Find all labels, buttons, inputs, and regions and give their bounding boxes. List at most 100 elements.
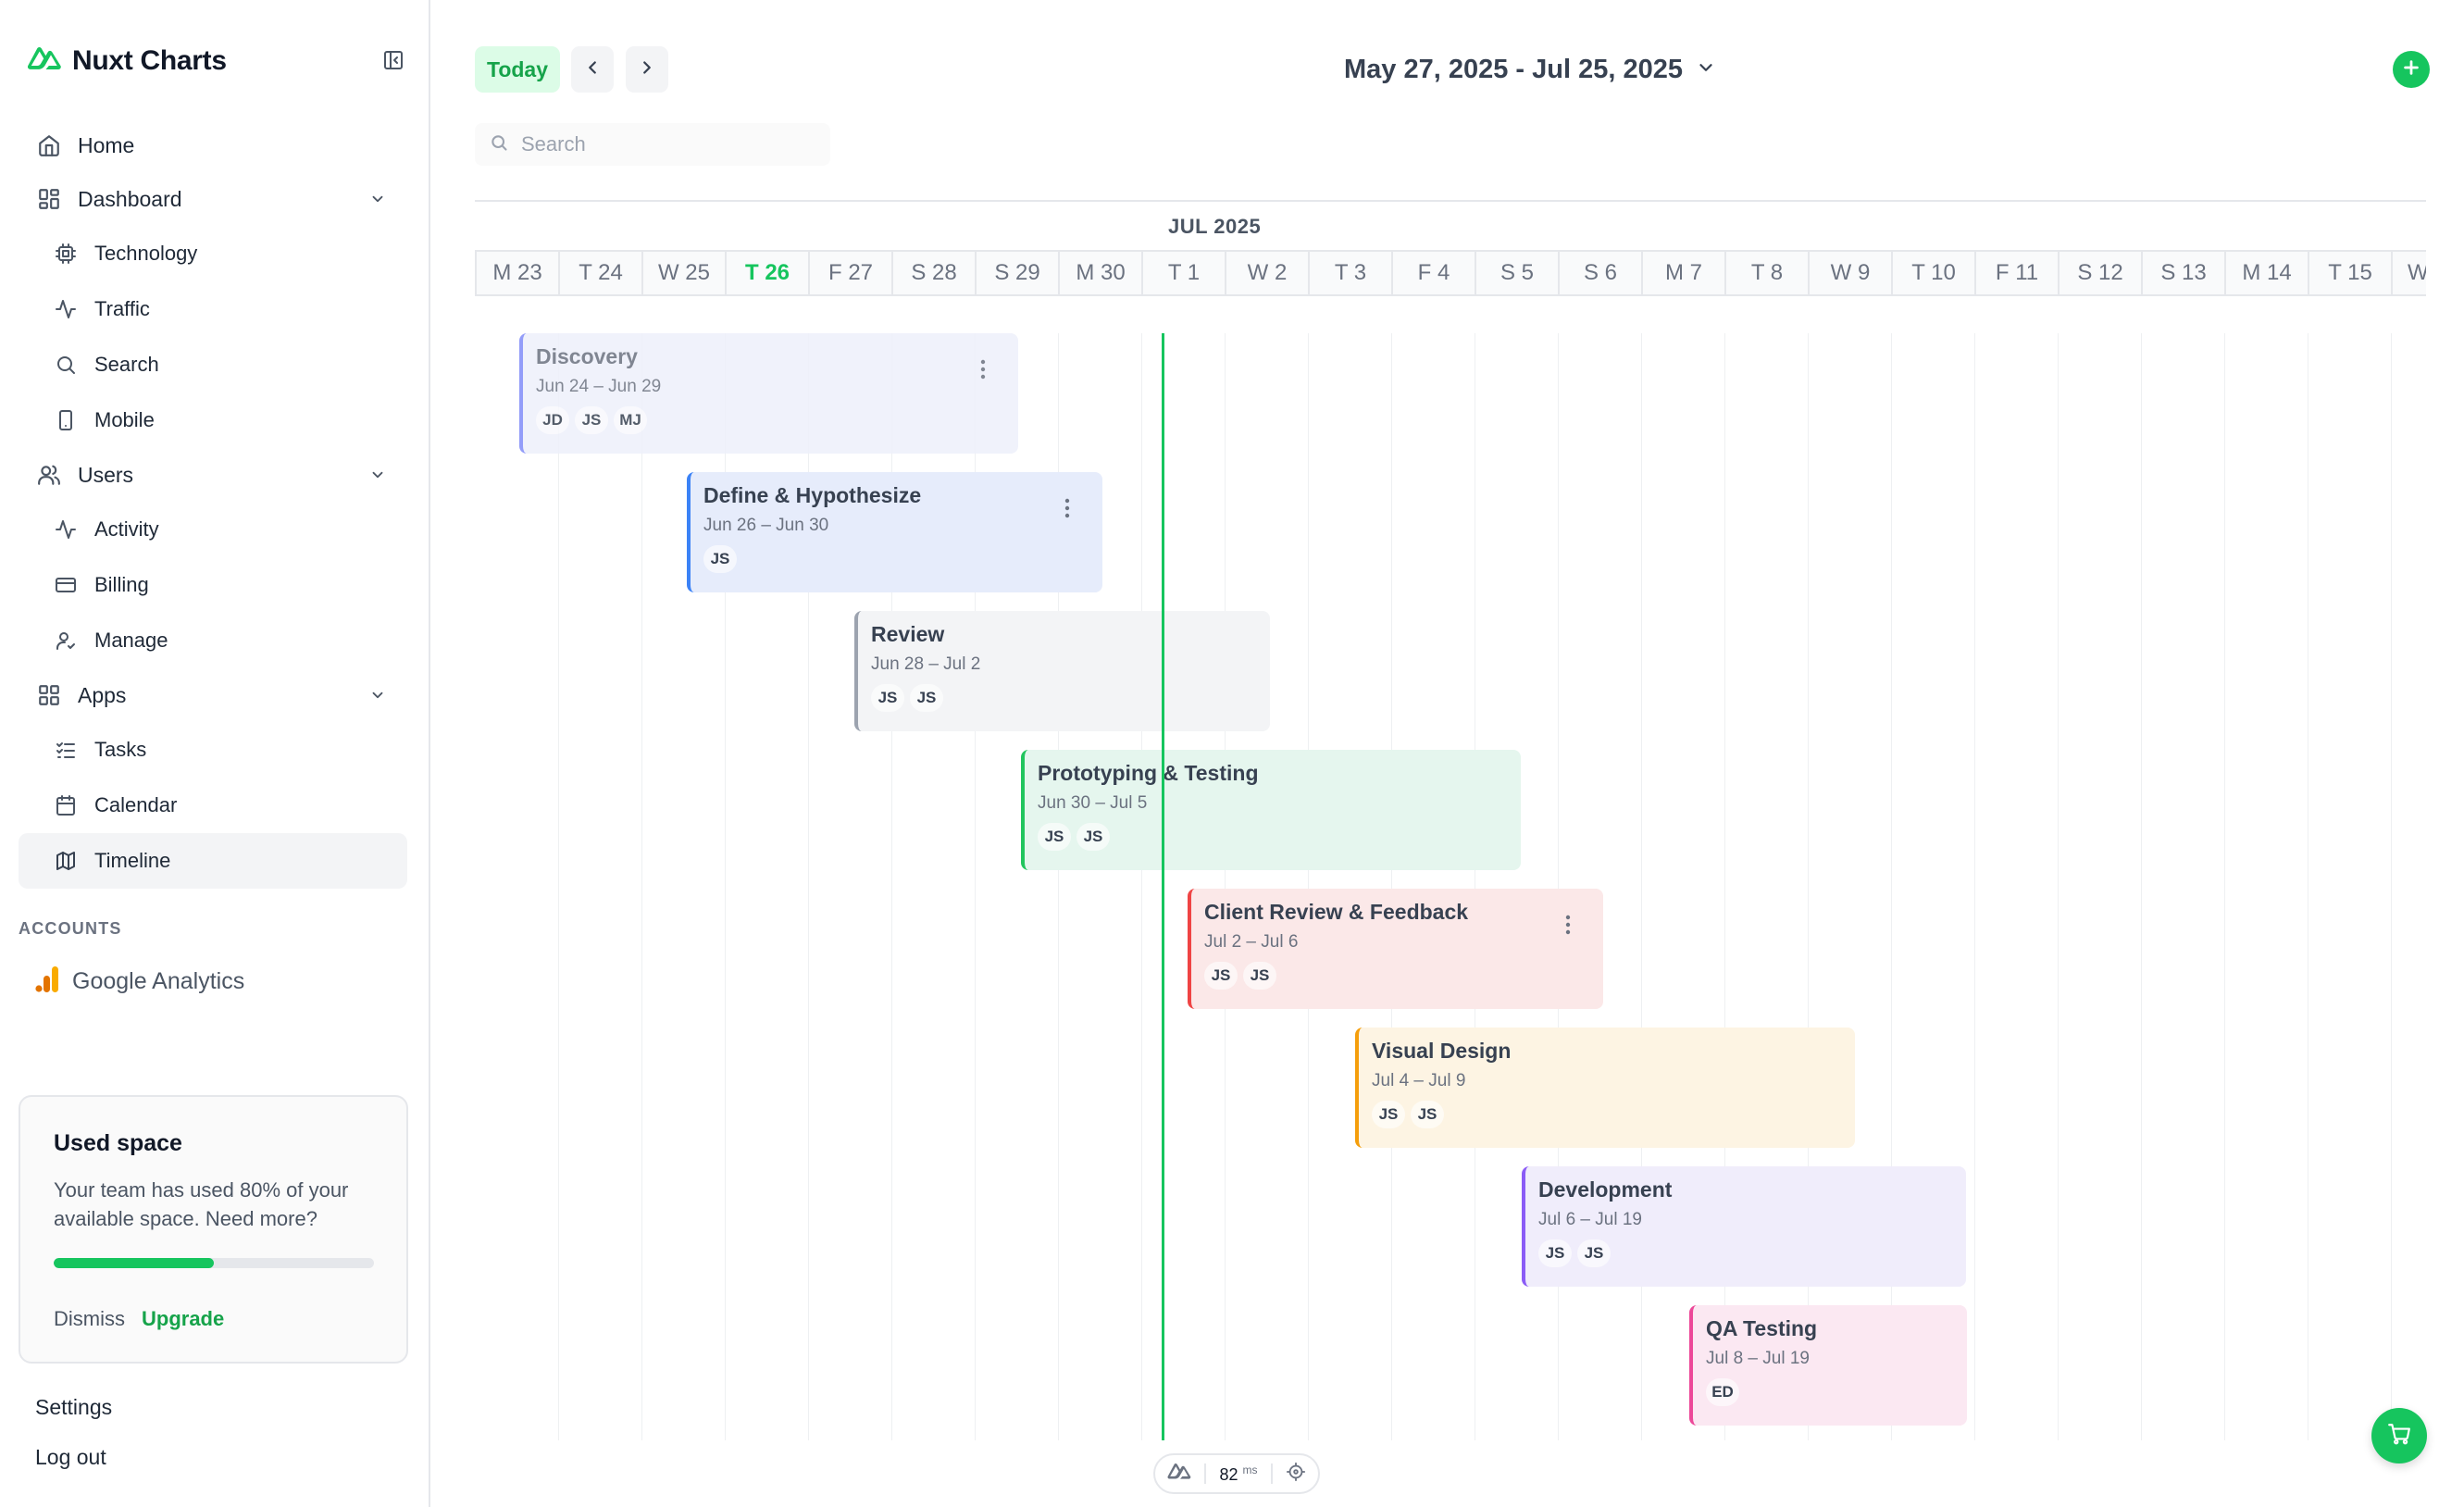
sidebar-item-technology[interactable]: Technology	[19, 226, 407, 281]
avatar[interactable]: JS	[1076, 823, 1110, 851]
timeline-task[interactable]: Visual Design Jul 4 – Jul 9 JS JS	[1355, 1028, 1855, 1148]
home-icon	[35, 131, 63, 159]
timeline-task[interactable]: Define & Hypothesize Jun 26 – Jun 30 JS	[687, 472, 1102, 592]
day-cell: S 28	[891, 252, 975, 294]
crosshair-icon[interactable]	[1286, 1462, 1306, 1487]
task-assignees: JS JS	[1372, 1101, 1842, 1128]
logout-link[interactable]: Log out	[35, 1445, 106, 1470]
task-assignees: JS JS	[871, 684, 1257, 712]
grid-line	[1225, 333, 1226, 1440]
chevron-right-icon	[637, 57, 657, 82]
timeline-view: JUL 2025 M 23 T 24 W 25 T 26 F 27 S 28 S 29 M 3…	[475, 200, 2426, 1440]
chevron-down-icon	[367, 188, 389, 210]
performance-indicator: 82 ms	[1153, 1453, 1320, 1494]
timeline-task[interactable]: Review Jun 28 – Jul 2 JS JS	[854, 611, 1270, 731]
grid-line	[1974, 333, 1975, 1440]
sidebar-item-timeline[interactable]: Timeline	[19, 833, 407, 889]
avatar[interactable]: ED	[1706, 1378, 1739, 1406]
cart-button[interactable]	[2371, 1408, 2427, 1463]
avatar[interactable]: JS	[1411, 1101, 1444, 1128]
sidebar-item-label: Home	[78, 132, 135, 157]
avatar[interactable]: JS	[1038, 823, 1071, 851]
avatar[interactable]: JS	[703, 545, 737, 573]
avatar[interactable]: JS	[575, 406, 608, 434]
account-google-analytics[interactable]: Google Analytics	[35, 963, 244, 1000]
timeline-divider	[475, 200, 2426, 202]
next-button[interactable]	[626, 46, 668, 93]
avatar[interactable]: JS	[1577, 1239, 1611, 1267]
render-time-unit: ms	[1242, 1463, 1258, 1476]
settings-link[interactable]: Settings	[35, 1395, 112, 1420]
grid-line	[558, 333, 559, 1440]
timeline-task[interactable]: Discovery Jun 24 – Jun 29 JD JS MJ	[519, 333, 1018, 454]
add-button[interactable]	[2393, 51, 2430, 88]
dismiss-button[interactable]: Dismiss	[54, 1307, 125, 1331]
sidebar-item-apps[interactable]: Apps	[19, 668, 407, 722]
layout-dashboard-icon	[35, 185, 63, 213]
avatar[interactable]: JS	[910, 684, 943, 712]
more-vertical-icon[interactable]	[1058, 494, 1076, 522]
chevron-down-icon	[367, 464, 389, 486]
day-header-row: M 23 T 24 W 25 T 26 F 27 S 28 S 29 M 30 T 1W 2T …	[475, 250, 2426, 296]
plus-icon	[2401, 57, 2421, 82]
sidebar: Nuxt Charts Home Dashboard Technology Tr…	[0, 0, 430, 1507]
task-dates: Jun 26 – Jun 30	[703, 516, 829, 535]
timeline-task[interactable]: QA Testing Jul 8 – Jul 19 ED	[1689, 1305, 1967, 1426]
layout-grid-icon	[35, 681, 63, 709]
render-time: 82 ms	[1219, 1463, 1257, 1485]
task-assignees: JS	[703, 545, 1089, 573]
day-cell: M 23	[475, 252, 558, 294]
today-button[interactable]: Today	[475, 46, 560, 93]
sidebar-item-traffic[interactable]: Traffic	[19, 281, 407, 337]
search-input[interactable]	[521, 132, 817, 156]
sidebar-item-users[interactable]: Users	[19, 448, 407, 502]
timeline-task[interactable]: Client Review & Feedback Jul 2 – Jul 6 JS J…	[1188, 889, 1603, 1009]
avatar[interactable]: JS	[1243, 962, 1276, 990]
sidebar-item-mobile[interactable]: Mobile	[19, 392, 407, 448]
timeline-task[interactable]: Prototyping & Testing Jun 30 – Jul 5 JS JS	[1021, 750, 1521, 870]
activity-icon	[52, 516, 80, 543]
sidebar-item-label: Apps	[78, 682, 127, 707]
sidebar-item-activity[interactable]: Activity	[19, 502, 407, 557]
avatar[interactable]: JD	[536, 406, 569, 434]
sidebar-item-search[interactable]: Search	[19, 337, 407, 392]
upgrade-button[interactable]: Upgrade	[142, 1307, 224, 1331]
sidebar-item-dashboard[interactable]: Dashboard	[19, 172, 407, 226]
sidebar-item-home[interactable]: Home	[19, 118, 407, 172]
day-cell: T 24	[558, 252, 641, 294]
brand[interactable]: Nuxt Charts	[27, 43, 227, 80]
task-dates: Jun 30 – Jul 5	[1038, 793, 1148, 813]
day-cell: W 9	[1808, 252, 1891, 294]
timeline-task[interactable]: Development Jul 6 – Jul 19 JS JS	[1522, 1166, 1966, 1287]
sidebar-item-label: Manage	[94, 629, 168, 652]
task-title: Prototyping & Testing	[1038, 761, 1259, 785]
more-vertical-icon[interactable]	[974, 355, 992, 383]
sidebar-item-manage[interactable]: Manage	[19, 613, 407, 668]
nuxt-logo-icon	[27, 46, 61, 76]
sidebar-item-billing[interactable]: Billing	[19, 557, 407, 613]
avatar[interactable]: JS	[1204, 962, 1238, 990]
more-vertical-icon[interactable]	[1559, 911, 1577, 939]
date-range-dropdown[interactable]: May 27, 2025 - Jul 25, 2025	[1344, 51, 1716, 88]
task-title: QA Testing	[1706, 1316, 1818, 1340]
used-space-description: Your team has used 80% of your available…	[54, 1178, 349, 1230]
search-icon	[490, 133, 508, 156]
day-cell: M 14	[2224, 252, 2308, 294]
task-dates: Jul 6 – Jul 19	[1538, 1210, 1642, 1229]
sidebar-collapse-button[interactable]	[380, 48, 407, 76]
smartphone-icon	[52, 406, 80, 434]
day-cell: S 13	[2141, 252, 2224, 294]
sidebar-item-tasks[interactable]: Tasks	[19, 722, 407, 778]
avatar[interactable]: JS	[871, 684, 904, 712]
date-range-label: May 27, 2025 - Jul 25, 2025	[1344, 54, 1683, 84]
google-analytics-icon	[35, 965, 59, 997]
avatar[interactable]: MJ	[614, 406, 647, 434]
avatar[interactable]: JS	[1538, 1239, 1572, 1267]
used-space-progress-fill	[54, 1258, 214, 1268]
sidebar-item-calendar[interactable]: Calendar	[19, 778, 407, 833]
task-assignees: JD JS MJ	[536, 406, 1005, 434]
month-label: JUL 2025	[1168, 215, 1262, 238]
render-time-value: 82	[1219, 1464, 1238, 1484]
previous-button[interactable]	[571, 46, 614, 93]
avatar[interactable]: JS	[1372, 1101, 1405, 1128]
